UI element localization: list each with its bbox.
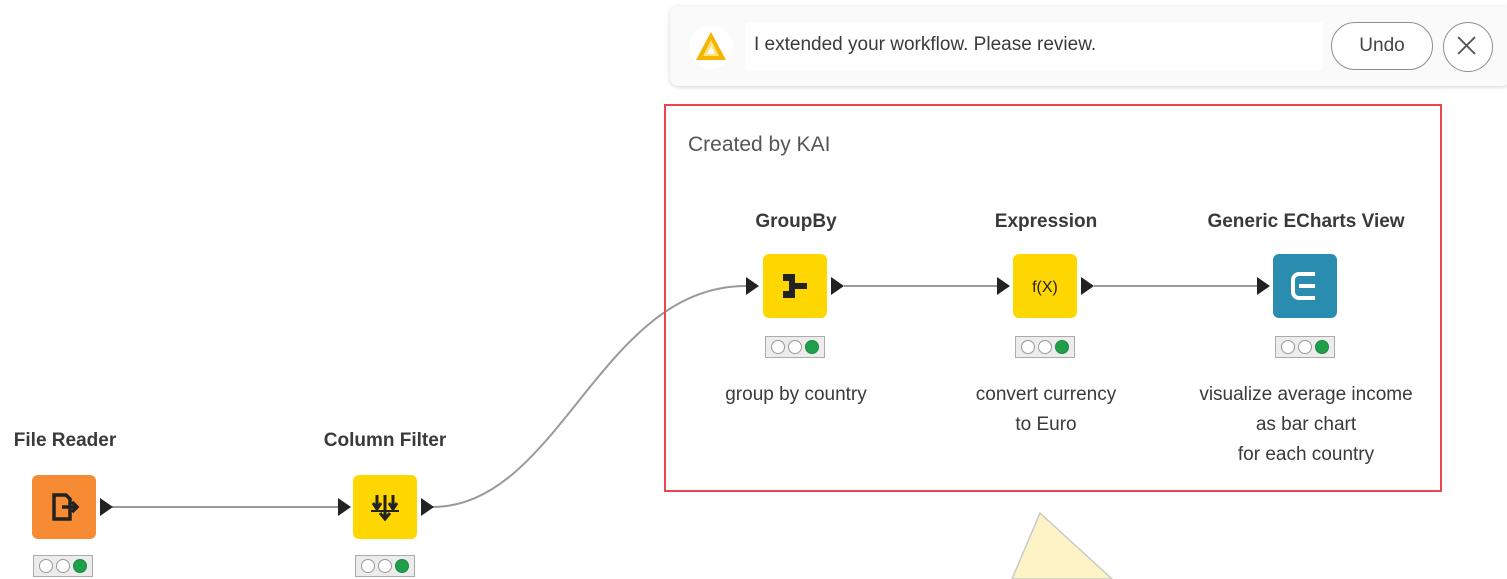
status-light-green [395,559,409,573]
annotation-label: Created by KAI [688,133,831,156]
groupby-output-port[interactable] [831,277,844,295]
status-light [1038,340,1052,354]
echarts-view-node[interactable] [1273,254,1337,318]
status-light [771,340,785,354]
groupby-status [765,336,825,358]
groupby-node[interactable] [763,254,827,318]
status-light [56,559,70,573]
node-title-column-filter: Column Filter [323,430,447,451]
description-line: visualize average income [1199,384,1413,405]
description-line: to Euro [1015,414,1077,435]
groupby-description: group by country [725,380,867,410]
description-line: convert currency [975,384,1117,405]
close-notification-button[interactable] [1443,22,1493,72]
groupby-icon [783,274,807,298]
file-reader-status [33,555,93,577]
comment-shape [1011,511,1114,579]
column-filter-node[interactable] [353,475,417,539]
expression-icon-text: f(X) [1032,279,1058,296]
expression-output-port[interactable] [1081,277,1094,295]
node-title-echarts: Generic ECharts View [1207,211,1405,232]
echarts-view-icon [1291,272,1315,300]
column-filter-icon [371,495,399,522]
column-filter-output-port[interactable] [421,498,434,516]
status-light [1281,340,1295,354]
description-line: group by country [725,384,867,405]
status-light [39,559,53,573]
description-line: for each country [1237,444,1375,465]
expression-description: convert currency to Euro [976,380,1116,440]
groupby-input-port[interactable] [746,277,759,295]
status-light-green [1055,340,1069,354]
close-icon [1457,36,1476,55]
expression-node[interactable]: f(X) [1013,254,1077,318]
file-reader-node[interactable] [32,475,96,539]
echarts-input-port[interactable] [1257,277,1270,295]
notification-message: I extended your workflow. Please review. [754,34,1097,55]
echarts-description: visualize average income as bar chart fo… [1199,380,1412,470]
description-line: as bar chart [1255,414,1357,435]
status-light [788,340,802,354]
node-title-groupby: GroupBy [755,211,837,232]
status-light [361,559,375,573]
column-filter-status [355,555,415,577]
status-light [1021,340,1035,354]
status-light-green [73,559,87,573]
expression-icon: f(X) [1032,279,1058,296]
file-reader-icon [52,493,80,521]
file-reader-output-port[interactable] [100,498,113,516]
echarts-status [1275,336,1335,358]
undo-button[interactable]: Undo [1331,22,1433,70]
kai-logo-icon [689,25,733,69]
status-light-green [805,340,819,354]
status-light [1298,340,1312,354]
undo-button-label: Undo [1359,35,1405,56]
node-title-file-reader: File Reader [13,430,117,451]
expression-status [1015,336,1075,358]
node-title-expression: Expression [994,211,1098,232]
status-light [378,559,392,573]
expression-input-port[interactable] [997,277,1010,295]
status-light-green [1315,340,1329,354]
column-filter-input-port[interactable] [338,498,351,516]
